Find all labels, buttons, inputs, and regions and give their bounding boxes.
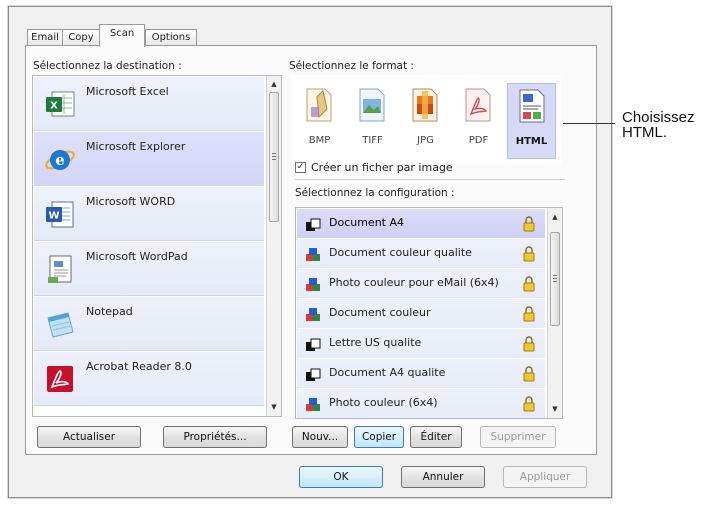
destination-scrollbar[interactable]: ▲ ▼ <box>266 76 281 416</box>
document-color-icon <box>306 308 320 321</box>
destination-item-word[interactable]: W Microsoft WORD <box>34 187 264 241</box>
format-label: HTML <box>515 136 548 147</box>
scrollbar-thumb[interactable] <box>269 92 279 222</box>
config-label: Document A4 <box>329 216 405 229</box>
tab-scan[interactable]: Scan <box>99 24 145 47</box>
destination-label: Microsoft Explorer <box>86 140 186 153</box>
destination-item-acrobat[interactable]: Acrobat Reader 8.0 <box>34 352 264 406</box>
destination-heading: Sélectionnez la destination : <box>33 60 182 72</box>
format-label: BMP <box>308 135 331 146</box>
format-heading: Sélectionnez le format : <box>289 60 414 72</box>
config-label: Photo couleur (6x4) <box>329 396 438 409</box>
format-option-pdf[interactable]: PDF <box>454 83 503 159</box>
word-icon: W <box>46 201 74 228</box>
format-option-bmp[interactable]: BMP <box>295 83 344 159</box>
format-option-html[interactable]: HTML <box>507 83 556 159</box>
scroll-down-icon[interactable]: ▼ <box>267 400 281 414</box>
lock-icon <box>523 276 535 292</box>
destination-label: Notepad <box>86 305 133 318</box>
document-bw-icon <box>306 218 321 231</box>
format-selector: BMP TIFF JPG PDF HTML <box>291 75 561 164</box>
callout-text: Choisissez HTML. <box>622 109 695 141</box>
properties-button[interactable]: Propriétés... <box>163 426 267 448</box>
config-label: Lettre US qualite <box>329 336 422 349</box>
config-item-document-a4-qualite[interactable]: Document A4 qualite <box>297 359 545 389</box>
pdf-file-icon <box>465 88 491 122</box>
lock-icon <box>523 246 535 262</box>
document-bw-icon <box>306 338 321 351</box>
refresh-button[interactable]: Actualiser <box>37 426 141 448</box>
tiff-file-icon <box>359 88 385 122</box>
format-label: PDF <box>468 135 489 146</box>
explorer-icon: e <box>45 150 75 170</box>
lock-icon <box>523 336 535 352</box>
notepad-icon <box>47 312 74 338</box>
format-label: TIFF <box>362 135 383 146</box>
destination-label: Acrobat Reader 8.0 <box>86 360 192 373</box>
wordpad-icon <box>48 255 72 283</box>
jpg-file-icon <box>412 88 438 122</box>
config-label: Photo couleur pour eMail (6x4) <box>329 276 499 289</box>
destination-item-notepad[interactable]: Notepad <box>34 297 264 351</box>
document-color-icon <box>306 248 320 261</box>
document-color-icon <box>306 278 320 291</box>
config-item-photo-couleur-email[interactable]: Photo couleur pour eMail (6x4) <box>297 269 545 299</box>
destination-list[interactable]: X Microsoft Excel e Microsoft Explorer W… <box>32 75 282 417</box>
scroll-up-icon[interactable]: ▲ <box>548 210 562 224</box>
new-config-button[interactable]: Nouv... <box>292 426 348 448</box>
scan-settings-dialog: Email Copy Scan Options Sélectionnez la … <box>8 6 612 498</box>
one-file-per-image-checkbox[interactable]: ✓ <box>295 162 306 173</box>
apply-button[interactable]: Appliquer <box>503 466 587 488</box>
acrobat-icon <box>47 366 73 392</box>
format-option-tiff[interactable]: TIFF <box>348 83 397 159</box>
config-label: Document A4 qualite <box>329 366 446 379</box>
lock-icon <box>523 396 535 412</box>
config-label: Document couleur <box>329 306 431 319</box>
config-item-document-couleur[interactable]: Document couleur <box>297 299 545 329</box>
excel-icon: X <box>46 91 75 117</box>
document-bw-icon <box>306 368 321 381</box>
destination-item-excel[interactable]: X Microsoft Excel <box>34 77 264 131</box>
destination-label: Microsoft WORD <box>86 195 176 208</box>
svg-text:e: e <box>55 151 65 169</box>
config-item-lettre-us-qualite[interactable]: Lettre US qualite <box>297 329 545 359</box>
cancel-button[interactable]: Annuler <box>401 466 485 488</box>
one-file-per-image-label: Créer un ficher par image <box>311 161 453 174</box>
section-divider <box>295 179 565 180</box>
html-file-icon <box>519 89 545 123</box>
scroll-up-icon[interactable]: ▲ <box>267 77 281 91</box>
config-item-photo-couleur[interactable]: Photo couleur (6x4) <box>297 389 545 418</box>
callout-line <box>563 123 615 124</box>
bmp-file-icon <box>306 88 332 122</box>
format-option-jpg[interactable]: JPG <box>401 83 450 159</box>
lock-icon <box>523 366 535 382</box>
configuration-list[interactable]: Document A4 Document couleur qualite Pho… <box>295 207 563 419</box>
delete-config-button[interactable]: Supprimer <box>480 426 556 448</box>
document-color-icon <box>306 398 320 411</box>
tab-options[interactable]: Options <box>145 29 197 46</box>
config-item-document-couleur-qualite[interactable]: Document couleur qualite <box>297 239 545 269</box>
scrollbar-thumb[interactable] <box>550 232 560 326</box>
destination-item-wordpad[interactable]: Microsoft WordPad <box>34 242 264 296</box>
configuration-scrollbar[interactable]: ▲ ▼ <box>547 208 562 418</box>
lock-icon <box>523 306 535 322</box>
tab-copy[interactable]: Copy <box>62 29 100 46</box>
format-label: JPG <box>417 135 434 146</box>
ok-button[interactable]: OK <box>299 466 383 488</box>
lock-icon <box>523 216 535 232</box>
config-item-document-a4[interactable]: Document A4 <box>297 209 545 239</box>
config-label: Document couleur qualite <box>329 246 472 259</box>
svg-text:X: X <box>50 101 58 112</box>
destination-label: Microsoft Excel <box>86 85 169 98</box>
edit-config-button[interactable]: Éditer <box>410 426 462 448</box>
tab-email[interactable]: Email <box>27 29 63 46</box>
destination-item-explorer[interactable]: e Microsoft Explorer <box>34 132 264 186</box>
configuration-heading: Sélectionnez la configuration : <box>295 187 455 199</box>
svg-text:W: W <box>48 211 59 222</box>
copy-config-button[interactable]: Copier <box>354 426 404 448</box>
destination-label: Microsoft WordPad <box>86 250 188 263</box>
scroll-down-icon[interactable]: ▼ <box>548 402 562 416</box>
